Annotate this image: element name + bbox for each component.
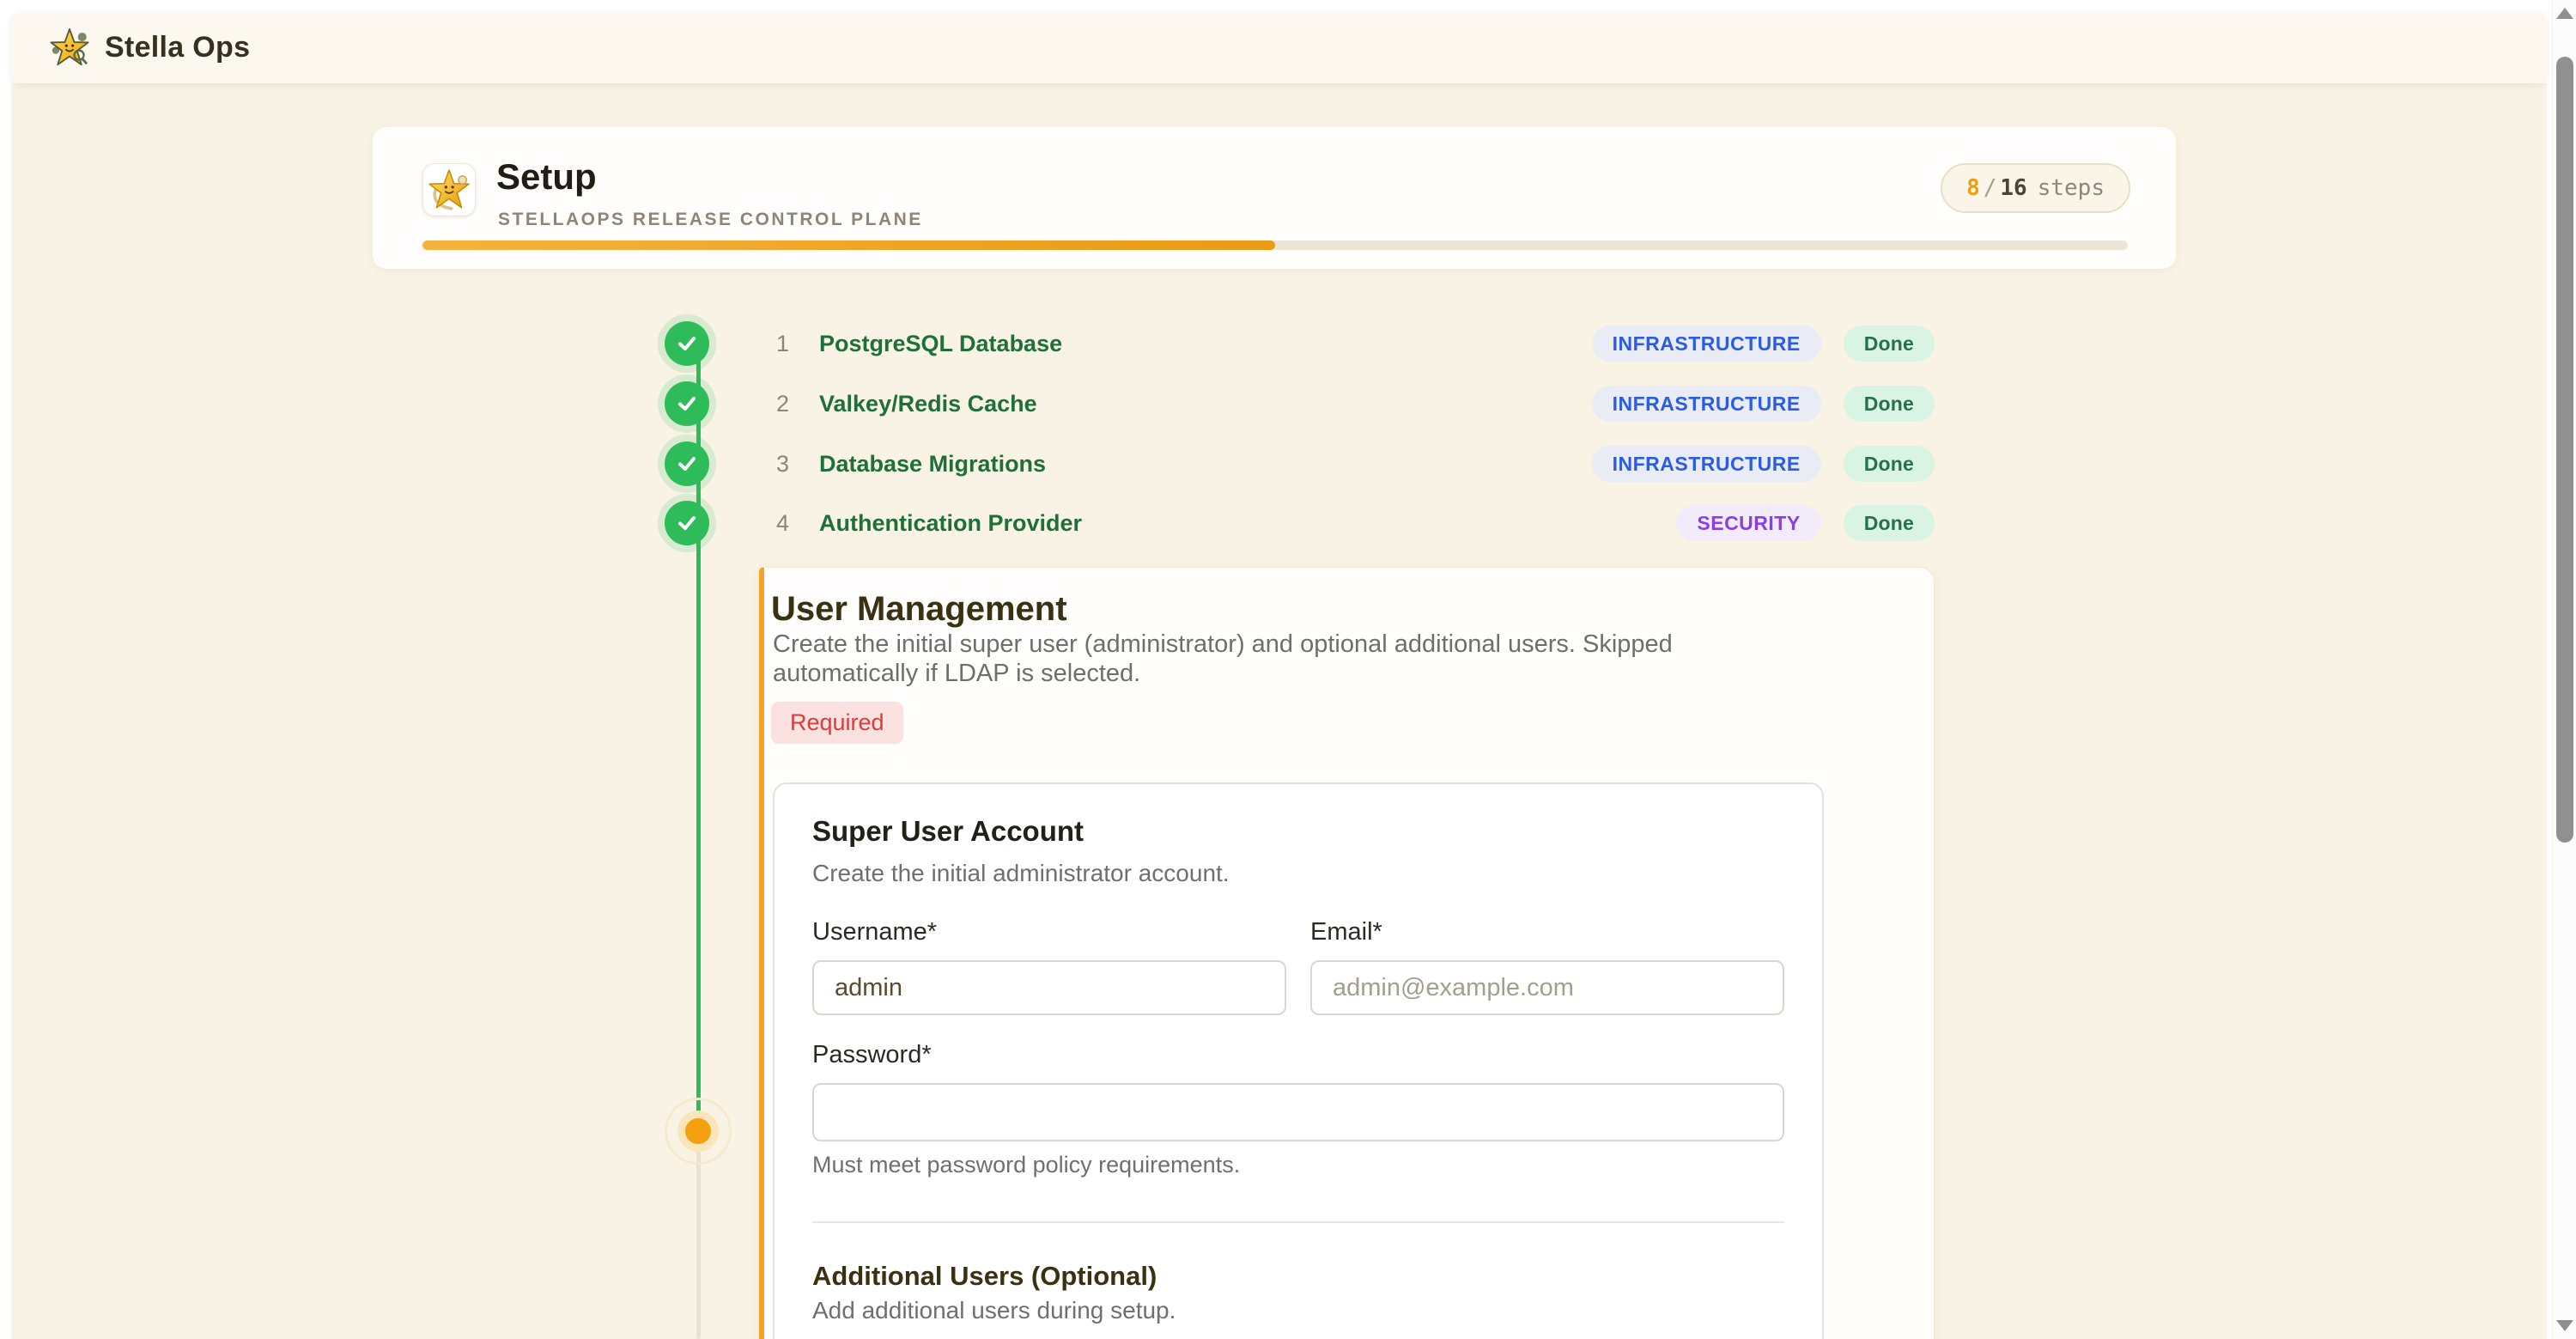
top-header-bar: Stella Ops	[11, 11, 2547, 83]
status-badge: Done	[1844, 326, 1935, 362]
check-icon	[665, 501, 709, 545]
username-input[interactable]	[812, 960, 1286, 1015]
setup-progress-track	[422, 240, 2128, 250]
check-icon	[665, 441, 709, 486]
page-subtitle: STELLAOPS RELEASE CONTROL PLANE	[498, 210, 923, 230]
section-divider	[812, 1221, 1784, 1223]
setup-progress-card: Setup STELLAOPS RELEASE CONTROL PLANE 8 …	[373, 127, 2176, 269]
step-number: 1	[776, 331, 807, 357]
category-badge: INFRASTRUCTURE	[1592, 326, 1821, 362]
step-row-postgresql[interactable]: 1 PostgreSQL Database INFRASTRUCTURE Don…	[665, 313, 1935, 374]
step-title: Valkey/Redis Cache	[819, 391, 1037, 417]
step-row-auth-provider[interactable]: 4 Authentication Provider SECURITY Done	[665, 493, 1935, 553]
email-input[interactable]	[1310, 960, 1784, 1015]
scrollbar-thumb[interactable]	[2556, 57, 2573, 843]
category-badge: SECURITY	[1676, 505, 1820, 541]
password-input[interactable]	[812, 1083, 1784, 1141]
step-number: 4	[776, 510, 807, 537]
email-label: Email*	[1310, 918, 1784, 946]
brand-name: Stella Ops	[105, 31, 250, 64]
section-title: User Management	[771, 590, 1067, 629]
user-management-card: User Management Create the initial super…	[759, 567, 1935, 1339]
category-badge: INFRASTRUCTURE	[1592, 386, 1821, 422]
vertical-scrollbar[interactable]	[2552, 0, 2576, 1339]
scroll-up-arrow-icon[interactable]	[2556, 8, 2573, 19]
step-title: Database Migrations	[819, 451, 1046, 478]
super-user-subtitle: Create the initial administrator account…	[812, 860, 1784, 887]
steps-label: steps	[2038, 175, 2105, 201]
required-badge: Required	[771, 702, 903, 744]
star-mascot-icon	[427, 167, 471, 212]
username-label: Username*	[812, 918, 1286, 946]
status-badge: Done	[1844, 386, 1935, 422]
page-title: Setup	[496, 156, 597, 198]
super-user-panel: Super User Account Create the initial ad…	[773, 782, 1824, 1339]
setup-logo	[422, 163, 476, 216]
status-badge: Done	[1844, 446, 1935, 482]
section-description: Create the initial super user (administr…	[773, 630, 1769, 688]
steps-separator: /	[1980, 175, 2001, 201]
step-number: 3	[776, 451, 807, 478]
super-user-title: Super User Account	[812, 815, 1784, 848]
setup-progress-fill	[422, 240, 1275, 250]
steps-total-count: 16	[2000, 175, 2026, 201]
check-icon	[665, 321, 709, 366]
additional-users-subtitle: Add additional users during setup.	[812, 1297, 1784, 1324]
brand-link[interactable]: Stella Ops	[50, 27, 250, 67]
step-title: PostgreSQL Database	[819, 331, 1062, 357]
step-row-db-migrations[interactable]: 3 Database Migrations INFRASTRUCTURE Don…	[665, 434, 1935, 494]
scroll-down-arrow-icon[interactable]	[2556, 1320, 2573, 1331]
app-root: Stella Ops Setup STELLAOPS RE	[0, 0, 2576, 1339]
main-content-area: Setup STELLAOPS RELEASE CONTROL PLANE 8 …	[11, 83, 2547, 1339]
check-icon	[665, 381, 709, 426]
star-mascot-icon	[50, 27, 89, 67]
step-row-valkey-redis[interactable]: 2 Valkey/Redis Cache INFRASTRUCTURE Done	[665, 374, 1935, 434]
password-label: Password*	[812, 1041, 1784, 1069]
password-hint: Must meet password policy requirements.	[812, 1152, 1784, 1178]
step-title: Authentication Provider	[819, 510, 1082, 537]
step-number: 2	[776, 391, 807, 417]
steps-done-count: 8	[1966, 175, 1980, 201]
additional-users-title: Additional Users (Optional)	[812, 1261, 1784, 1292]
current-step-dot	[685, 1118, 711, 1144]
steps-count-badge: 8 / 16 steps	[1941, 163, 2130, 213]
status-badge: Done	[1844, 505, 1935, 541]
category-badge: INFRASTRUCTURE	[1592, 446, 1821, 482]
